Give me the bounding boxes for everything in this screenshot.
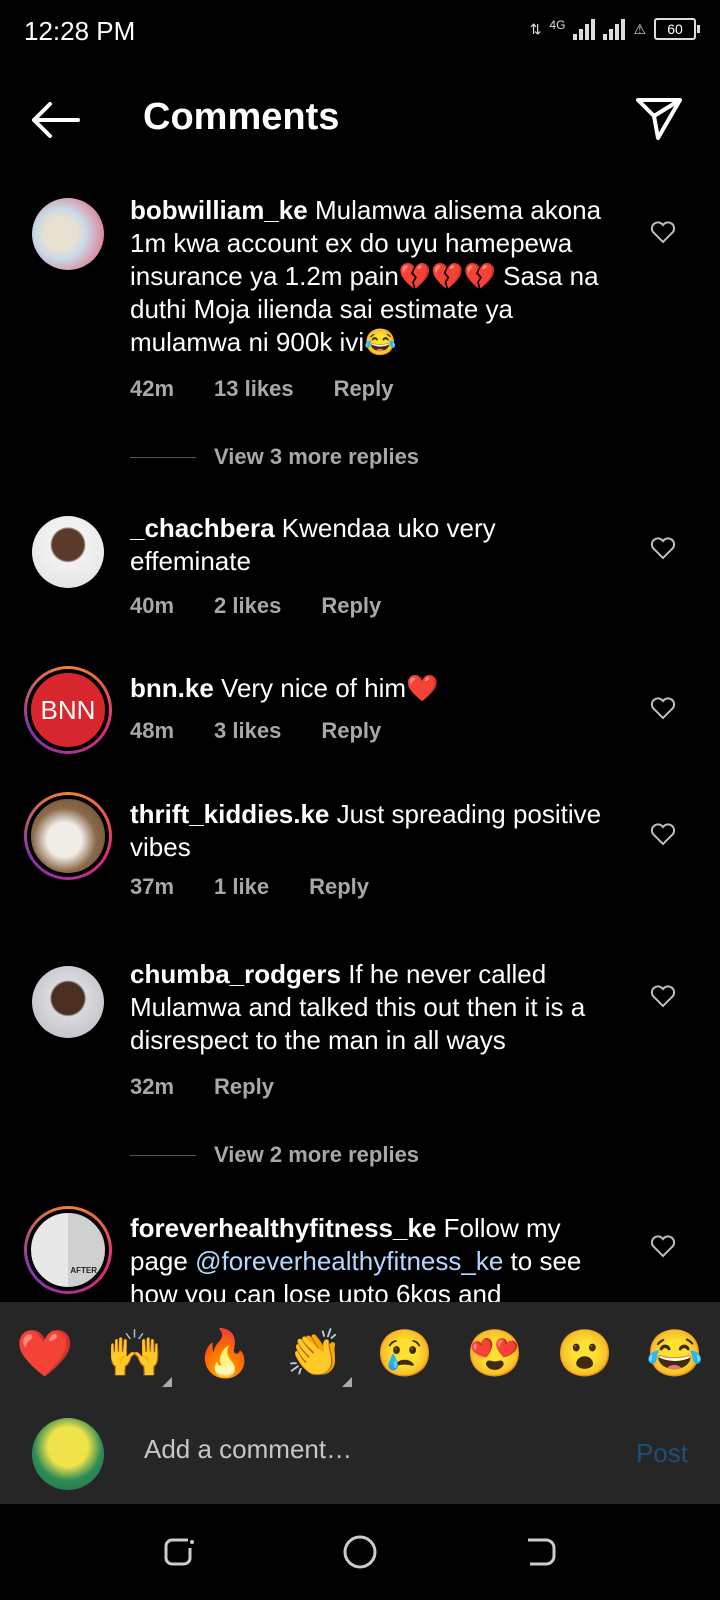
comment-meta: 48m 3 likes Reply <box>130 718 381 744</box>
page-title: Comments <box>143 96 340 138</box>
emoji-reaction-bar: ❤️ 🙌 🔥 👏 😢 😍 😮 😂 <box>0 1302 720 1404</box>
avatar-image: AFTER <box>27 1209 109 1291</box>
reply-button[interactable]: Reply <box>321 593 381 619</box>
avatar[interactable]: AFTER <box>24 1206 112 1294</box>
emoji-tears-of-joy[interactable]: 😂 <box>640 1326 710 1381</box>
send-icon[interactable] <box>634 96 684 142</box>
emoji-heart-eyes[interactable]: 😍 <box>460 1326 530 1381</box>
emoji-raising-hands[interactable]: 🙌 <box>100 1326 172 1387</box>
like-heart-icon[interactable] <box>650 696 676 720</box>
comment-likes[interactable]: 13 likes <box>214 376 294 402</box>
comment-username[interactable]: foreverhealthyfitness_ke <box>130 1213 436 1243</box>
comment-meta: 40m 2 likes Reply <box>130 593 381 619</box>
emoji-fire[interactable]: 🔥 <box>190 1326 260 1381</box>
my-avatar <box>32 1418 104 1490</box>
reply-button[interactable]: Reply <box>321 718 381 744</box>
like-heart-icon[interactable] <box>650 984 676 1008</box>
reply-button[interactable]: Reply <box>334 376 394 402</box>
back-arrow-icon[interactable] <box>28 98 84 142</box>
comment-text: chumba_rodgers If he never called Mulamw… <box>130 958 620 1057</box>
reply-button[interactable]: Reply <box>214 1074 274 1100</box>
comment-time: 37m <box>130 874 175 899</box>
home-icon[interactable] <box>342 1534 378 1570</box>
divider <box>130 456 196 458</box>
avatar-logo-text: BNN <box>40 694 96 725</box>
emoji-crying[interactable]: 😢 <box>370 1326 440 1381</box>
view-more-replies[interactable]: View 3 more replies <box>130 444 419 470</box>
avatar-image: BNN <box>27 669 109 751</box>
header: Comments <box>0 80 720 160</box>
emoji-raising-hands-glyph: 🙌 <box>106 1326 164 1379</box>
comment-text: bnn.ke Very nice of him❤️ <box>130 672 620 705</box>
comment-body: Very nice of him❤️ <box>221 673 439 703</box>
like-heart-icon[interactable] <box>650 536 676 560</box>
emoji-clapping-glyph: 👏 <box>286 1326 344 1379</box>
comment-username[interactable]: bnn.ke <box>130 673 214 703</box>
comment-likes[interactable]: 1 like <box>214 874 269 900</box>
post-button[interactable]: Post <box>636 1438 688 1469</box>
back-nav-icon[interactable] <box>522 1534 558 1570</box>
skin-tone-indicator-icon <box>162 1376 172 1387</box>
status-bar: 12:28 PM ⇅ 4G ⚠ 60 <box>0 0 720 64</box>
comment-username[interactable]: thrift_kiddies.ke <box>130 799 329 829</box>
status-icons: ⇅ 4G ⚠ 60 <box>529 18 700 40</box>
view-more-replies-label[interactable]: View 2 more replies <box>214 1142 419 1168</box>
comment-time: 32m <box>130 1074 175 1099</box>
comment-meta: 37m 1 like Reply <box>130 874 369 900</box>
comment-text: bobwilliam_ke Mulamwa alisema akona 1m k… <box>130 194 620 359</box>
avatar[interactable] <box>32 516 104 588</box>
system-nav-bar <box>0 1504 720 1600</box>
comment-likes[interactable]: 2 likes <box>214 593 281 619</box>
comment-username[interactable]: bobwilliam_ke <box>130 195 308 225</box>
signal-icon <box>573 18 596 40</box>
comment-meta: 42m 13 likes Reply <box>130 376 393 402</box>
comment-text: _chachbera Kwendaa uko very effeminate <box>130 512 620 578</box>
battery-level: 60 <box>667 21 683 37</box>
comment-time: 48m <box>130 718 175 743</box>
network-type: 4G <box>549 18 566 32</box>
comment-meta: 32m Reply <box>130 1074 274 1100</box>
like-heart-icon[interactable] <box>650 1234 676 1258</box>
comment-input[interactable]: Add a comment… <box>144 1434 352 1465</box>
comment-text: thrift_kiddies.ke Just spreading positiv… <box>130 798 620 864</box>
comment-username[interactable]: _chachbera <box>130 513 275 543</box>
like-heart-icon[interactable] <box>650 220 676 244</box>
emoji-surprised[interactable]: 😮 <box>550 1326 620 1381</box>
data-transfer-icon: ⇅ <box>529 20 542 37</box>
emoji-heart[interactable]: ❤️ <box>10 1326 80 1381</box>
signal-icon-2 <box>603 18 626 40</box>
comment-likes[interactable]: 3 likes <box>214 718 281 744</box>
recent-apps-icon[interactable] <box>162 1534 198 1570</box>
avatar[interactable]: BNN <box>24 666 112 754</box>
avatar[interactable] <box>24 792 112 880</box>
avatar-image <box>27 795 109 877</box>
divider <box>130 1154 196 1156</box>
comment-username[interactable]: chumba_rodgers <box>130 959 341 989</box>
status-time: 12:28 PM <box>24 16 136 46</box>
like-heart-icon[interactable] <box>650 822 676 846</box>
comment-time: 42m <box>130 376 175 401</box>
avatar[interactable] <box>32 966 104 1038</box>
add-comment-bar: Add a comment… Post <box>0 1404 720 1504</box>
avatar-after-text: AFTER <box>70 1266 97 1275</box>
comment-text: foreverhealthyfitness_ke Follow my page … <box>130 1212 620 1311</box>
skin-tone-indicator-icon <box>342 1376 352 1387</box>
emoji-clapping[interactable]: 👏 <box>280 1326 352 1387</box>
reply-button[interactable]: Reply <box>309 874 369 900</box>
view-more-replies-label[interactable]: View 3 more replies <box>214 444 419 470</box>
avatar[interactable] <box>32 198 104 270</box>
comment-time: 40m <box>130 593 175 618</box>
view-more-replies[interactable]: View 2 more replies <box>130 1142 419 1168</box>
comment-mention-link[interactable]: @foreverhealthyfitness_ke <box>195 1246 503 1276</box>
warning-icon: ⚠ <box>633 20 646 37</box>
battery-icon: 60 <box>654 18 700 40</box>
